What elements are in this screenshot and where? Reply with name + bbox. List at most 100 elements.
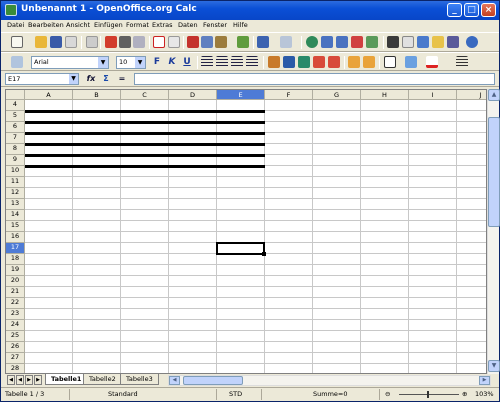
row-header-16[interactable]: 16	[6, 232, 25, 243]
menu-datei[interactable]: Datei	[7, 21, 24, 29]
column-header-h[interactable]: H	[361, 90, 409, 100]
column-header-i[interactable]: I	[409, 90, 457, 100]
selection-mode[interactable]: STD	[229, 389, 242, 400]
gallery-icon[interactable]	[417, 36, 429, 48]
zoom-out-icon[interactable]: ⊖	[385, 389, 390, 400]
horizontal-scrollbar[interactable]: ◀ ▶	[168, 375, 491, 386]
data-sources-icon[interactable]	[432, 36, 444, 48]
row-header-11[interactable]: 11	[6, 177, 25, 188]
row-header-10[interactable]: 10	[6, 166, 25, 177]
format-paintbrush-icon[interactable]	[237, 36, 249, 48]
formula-input[interactable]	[134, 73, 495, 85]
menu-fenster[interactable]: Fenster	[203, 21, 227, 29]
fill-handle[interactable]	[262, 252, 266, 256]
function-icon[interactable]: =	[116, 73, 128, 85]
font-name-combo[interactable]: Arial ▼	[31, 56, 109, 69]
menu-daten[interactable]: Daten	[178, 21, 198, 29]
menu-format[interactable]: Format	[126, 21, 149, 29]
column-header-g[interactable]: G	[313, 90, 361, 100]
zoom-in-icon[interactable]: ⊕	[462, 389, 467, 400]
column-header-c[interactable]: C	[121, 90, 169, 100]
row-header-13[interactable]: 13	[6, 199, 25, 210]
borders-icon[interactable]	[384, 56, 396, 68]
last-sheet-icon[interactable]: ▶	[34, 375, 42, 385]
align-right-icon[interactable]	[231, 56, 243, 68]
maximize-button[interactable]: □	[464, 3, 479, 17]
email-icon[interactable]	[65, 36, 77, 48]
row-header-14[interactable]: 14	[6, 210, 25, 221]
delete-decimal-icon[interactable]	[328, 56, 340, 68]
column-header-f[interactable]: F	[265, 90, 313, 100]
row-header-18[interactable]: 18	[6, 254, 25, 265]
close-button[interactable]: ×	[481, 3, 496, 17]
column-header-d[interactable]: D	[169, 90, 217, 100]
spreadsheet-grid[interactable]: ABCDEFGHIJ 4 5 6 7 8 9 10 11 12 13 14 15 16 17 18 19 20 2…	[5, 89, 487, 374]
zoom-slider[interactable]	[399, 394, 459, 395]
insert-chart-icon[interactable]	[351, 36, 363, 48]
font-color-icon[interactable]	[426, 56, 438, 68]
row-header-19[interactable]: 19	[6, 265, 25, 276]
currency-format-icon[interactable]	[268, 56, 280, 68]
edit-file-icon[interactable]	[86, 36, 98, 48]
row-header-22[interactable]: 22	[6, 298, 25, 309]
row-header-24[interactable]: 24	[6, 320, 25, 331]
tab-tabelle3[interactable]: Tabelle3	[120, 374, 159, 385]
styles-formatting-icon[interactable]	[11, 56, 23, 68]
paste-icon[interactable]	[215, 36, 227, 48]
row-header-5[interactable]: 5	[6, 111, 25, 122]
show-draw-functions-icon[interactable]	[366, 36, 378, 48]
open-icon[interactable]	[35, 36, 47, 48]
row-header-7[interactable]: 7	[6, 133, 25, 144]
undo-icon[interactable]	[257, 36, 269, 48]
column-header-j[interactable]: J	[457, 90, 486, 100]
minimize-button[interactable]: _	[447, 3, 462, 17]
menu-extras[interactable]: Extras	[152, 21, 173, 29]
row-header-12[interactable]: 12	[6, 188, 25, 199]
next-sheet-icon[interactable]: ▶	[25, 375, 33, 385]
column-header-a[interactable]: A	[25, 90, 73, 100]
copy-icon[interactable]	[201, 36, 213, 48]
sort-descending-icon[interactable]	[336, 36, 348, 48]
horizontal-scroll-thumb[interactable]	[183, 376, 243, 385]
menu-einfuegen[interactable]: Einfügen	[94, 21, 123, 29]
row-header-26[interactable]: 26	[6, 342, 25, 353]
zoom-slider-handle[interactable]	[427, 391, 429, 398]
underline-button[interactable]: U	[181, 56, 193, 68]
row-header-27[interactable]: 27	[6, 353, 25, 364]
autospellcheck-icon[interactable]	[168, 36, 180, 48]
tab-tabelle1[interactable]: Tabelle1	[45, 374, 88, 385]
percent-format-icon[interactable]	[283, 56, 295, 68]
function-wizard-icon[interactable]: fx	[85, 73, 97, 85]
line-style-icon[interactable]	[456, 56, 468, 68]
row-header-9[interactable]: 9	[6, 155, 25, 166]
vertical-scroll-thumb[interactable]	[488, 117, 500, 227]
font-size-combo[interactable]: 10 ▼	[116, 56, 146, 69]
row-header-15[interactable]: 15	[6, 221, 25, 232]
name-box[interactable]: E17 ▼	[5, 73, 79, 85]
justify-icon[interactable]	[246, 56, 258, 68]
sum-icon[interactable]: Σ	[100, 73, 112, 85]
first-sheet-icon[interactable]: ◀	[7, 375, 15, 385]
background-color-icon[interactable]	[405, 56, 417, 68]
find-replace-icon[interactable]	[387, 36, 399, 48]
redo-icon[interactable]	[280, 36, 292, 48]
cut-icon[interactable]	[187, 36, 199, 48]
row-header-21[interactable]: 21	[6, 287, 25, 298]
row-header-20[interactable]: 20	[6, 276, 25, 287]
new-document-icon[interactable]	[11, 36, 23, 48]
help-icon[interactable]	[466, 36, 478, 48]
row-header-4[interactable]: 4	[6, 100, 25, 111]
menu-ansicht[interactable]: Ansicht	[66, 21, 90, 29]
bold-button[interactable]: F	[151, 56, 163, 68]
calc-app-icon[interactable]	[5, 4, 17, 16]
select-all-corner[interactable]	[6, 90, 25, 100]
cell-cursor[interactable]	[216, 242, 266, 256]
previous-sheet-icon[interactable]: ◀	[16, 375, 24, 385]
scroll-left-icon[interactable]: ◀	[169, 376, 180, 385]
row-header-8[interactable]: 8	[6, 144, 25, 155]
sum-display[interactable]: Summe=0	[313, 389, 348, 400]
align-left-icon[interactable]	[201, 56, 213, 68]
page-style[interactable]: Standard	[108, 389, 138, 400]
scroll-up-icon[interactable]: ▲	[488, 89, 500, 101]
increase-indent-icon[interactable]	[363, 56, 375, 68]
